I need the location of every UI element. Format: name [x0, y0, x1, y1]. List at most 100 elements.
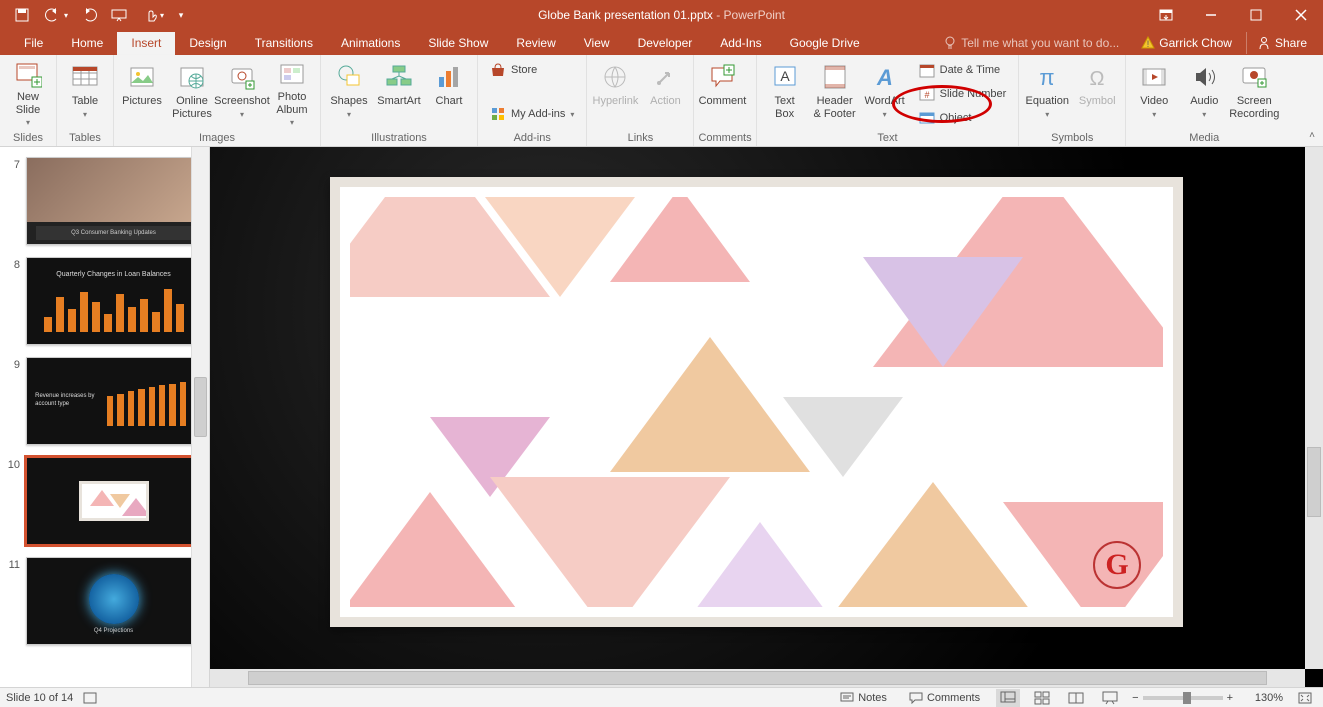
slide-canvas[interactable]: G — [330, 177, 1183, 627]
slide-vertical-scrollbar[interactable] — [1305, 147, 1323, 669]
tab-animations[interactable]: Animations — [327, 32, 414, 55]
fit-to-window-button[interactable] — [1293, 689, 1317, 707]
pictures-button[interactable]: Pictures — [118, 57, 166, 127]
lightbulb-icon — [943, 36, 957, 50]
equation-button[interactable]: π Equation ▾ — [1023, 57, 1071, 127]
reading-view-button[interactable] — [1064, 689, 1088, 707]
vscroll-thumb[interactable] — [1307, 447, 1321, 517]
collapse-ribbon-button[interactable]: ˄ — [1303, 126, 1321, 144]
text-box-button[interactable]: A Text Box — [761, 57, 809, 127]
maximize-icon — [1250, 9, 1262, 21]
smartart-button[interactable]: SmartArt — [375, 57, 423, 127]
thumbnail-scrollbar[interactable] — [191, 147, 209, 687]
touch-mode-button[interactable]: ▾ — [136, 1, 172, 29]
zoom-in-button[interactable]: + — [1227, 692, 1233, 704]
user-name: Garrick Chow — [1159, 36, 1232, 50]
hyperlink-button[interactable]: Hyperlink — [591, 57, 639, 127]
slideshow-view-button[interactable] — [1098, 689, 1122, 707]
accessibility-button[interactable] — [83, 692, 97, 704]
zoom-out-button[interactable]: − — [1132, 692, 1138, 704]
hscroll-thumb[interactable] — [248, 671, 1267, 685]
tab-slideshow[interactable]: Slide Show — [414, 32, 502, 55]
screen-recording-button[interactable]: Screen Recording — [1230, 57, 1278, 127]
my-addins-button[interactable]: My Add-ins ▾ — [486, 103, 578, 125]
action-button[interactable]: Action — [641, 57, 689, 127]
user-account[interactable]: ! Garrick Chow — [1135, 34, 1238, 52]
object-button[interactable]: Object — [915, 107, 1011, 129]
normal-view-button[interactable] — [996, 689, 1020, 707]
tab-file[interactable]: File — [10, 32, 57, 55]
document-filename: Globe Bank presentation 01.pptx — [538, 8, 713, 22]
minimize-button[interactable] — [1188, 1, 1233, 29]
qat-customize-button[interactable]: ▾ — [174, 1, 188, 29]
symbol-button[interactable]: Ω Symbol — [1073, 57, 1121, 127]
screenshot-button[interactable]: Screenshot ▾ — [218, 57, 266, 127]
slide-position[interactable]: Slide 10 of 14 — [6, 692, 73, 704]
slide-number-button[interactable]: # Slide Number — [915, 83, 1011, 105]
tab-insert[interactable]: Insert — [117, 32, 175, 55]
zoom-track[interactable] — [1143, 696, 1223, 700]
thumbnail-slide-8[interactable]: 8 Quarterly Changes in Loan Balances — [0, 253, 209, 353]
header-footer-button[interactable]: Header & Footer — [811, 57, 859, 127]
video-button[interactable]: Video ▾ — [1130, 57, 1178, 127]
tab-addins[interactable]: Add-Ins — [706, 32, 775, 55]
thumbnail-slide-9[interactable]: 9 Revenue increases by account type — [0, 353, 209, 453]
smartart-icon — [385, 63, 413, 91]
ribbon-options-button[interactable] — [1143, 1, 1188, 29]
zoom-slider[interactable]: − + — [1132, 692, 1233, 704]
pictures-icon — [128, 63, 156, 91]
wordart-icon: A — [871, 63, 899, 91]
comments-button[interactable]: Comments — [903, 688, 986, 707]
decorative-triangle — [783, 397, 903, 477]
table-button[interactable]: Table ▾ — [61, 57, 109, 127]
tab-home[interactable]: Home — [57, 32, 117, 55]
thumbnail-number: 10 — [4, 457, 20, 545]
tab-view[interactable]: View — [570, 32, 624, 55]
thumbnail-slide-10[interactable]: 10 — [0, 453, 209, 553]
undo-button[interactable]: ▾ — [38, 1, 74, 29]
slide-thumbnail-pane[interactable]: 7 Q3 Consumer Banking Updates 8 Quarterl… — [0, 147, 210, 687]
share-icon — [1257, 36, 1271, 50]
slide-sorter-view-button[interactable] — [1030, 689, 1054, 707]
group-links-label: Links — [591, 132, 689, 146]
wordart-button[interactable]: A WordArt ▾ — [861, 57, 909, 127]
date-time-button[interactable]: Date & Time — [915, 59, 1011, 81]
tab-developer[interactable]: Developer — [624, 32, 707, 55]
decorative-triangle — [690, 522, 830, 607]
photo-album-button[interactable]: Photo Album ▾ — [268, 57, 316, 127]
thumbnail-slide-7[interactable]: 7 Q3 Consumer Banking Updates — [0, 153, 209, 253]
text-box-label: Text Box — [775, 95, 795, 120]
new-slide-button[interactable]: New Slide ▾ — [4, 57, 52, 127]
action-icon — [651, 63, 679, 91]
video-label: Video — [1140, 95, 1168, 108]
tab-googledrive[interactable]: Google Drive — [776, 32, 874, 55]
notes-button[interactable]: Notes — [834, 688, 893, 707]
slide-horizontal-scrollbar[interactable] — [210, 669, 1305, 687]
new-slide-icon — [14, 61, 42, 89]
redo-button[interactable] — [76, 1, 104, 29]
comment-icon — [708, 63, 736, 91]
audio-icon — [1190, 63, 1218, 91]
start-from-beginning-button[interactable] — [106, 1, 134, 29]
audio-button[interactable]: Audio ▾ — [1180, 57, 1228, 127]
zoom-level[interactable]: 130% — [1243, 692, 1283, 704]
share-button[interactable]: Share — [1246, 32, 1317, 54]
zoom-handle[interactable] — [1183, 692, 1191, 704]
save-button[interactable] — [8, 1, 36, 29]
store-button[interactable]: Store — [486, 59, 578, 81]
chart-button[interactable]: Chart — [425, 57, 473, 127]
comment-button[interactable]: Comment — [698, 57, 746, 127]
thumbnail-slide-11[interactable]: 11 Q4 Projections — [0, 553, 209, 653]
shapes-button[interactable]: Shapes ▾ — [325, 57, 373, 127]
maximize-button[interactable] — [1233, 1, 1278, 29]
online-pictures-button[interactable]: Online Pictures — [168, 57, 216, 127]
share-label: Share — [1275, 36, 1307, 50]
tell-me-search[interactable]: Tell me what you want to do... — [935, 36, 1127, 50]
thumbnail-scrollbar-thumb[interactable] — [194, 377, 207, 437]
tab-transitions[interactable]: Transitions — [241, 32, 327, 55]
tab-design[interactable]: Design — [175, 32, 240, 55]
chart-icon — [435, 63, 463, 91]
tab-review[interactable]: Review — [502, 32, 569, 55]
close-button[interactable] — [1278, 1, 1323, 29]
slide-editing-area[interactable]: G — [210, 147, 1323, 687]
